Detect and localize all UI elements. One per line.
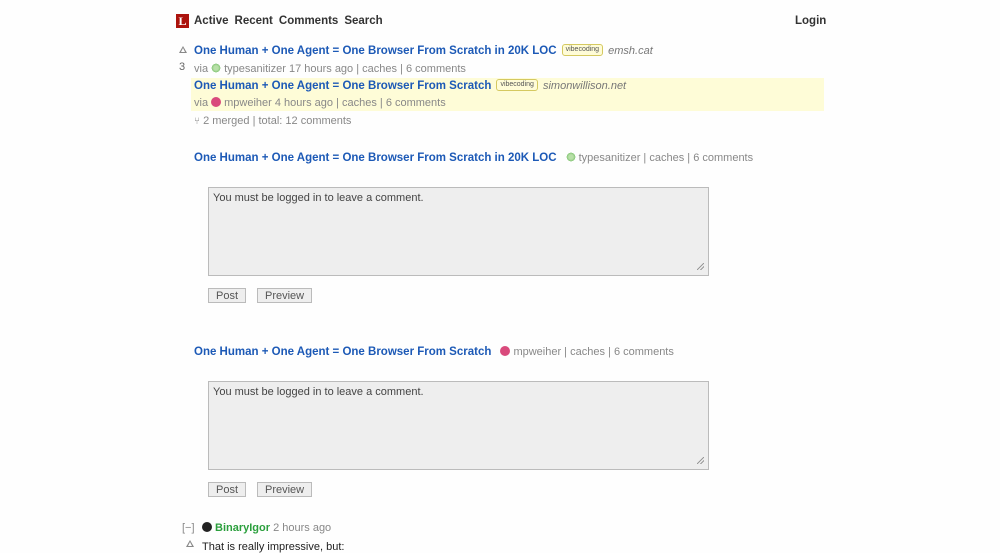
nav-comments[interactable]: Comments xyxy=(279,14,338,29)
collapse-toggle[interactable]: [−] xyxy=(182,522,195,534)
resize-handle-icon[interactable] xyxy=(697,263,704,270)
preview-button[interactable]: Preview xyxy=(257,482,313,497)
section-title-link[interactable]: One Human + One Agent = One Browser From… xyxy=(194,346,491,358)
merged-summary: ⑂ 2 merged | total: 12 comments xyxy=(194,115,351,127)
story-tag[interactable]: vibecoding xyxy=(561,44,604,57)
merge-icon: ⑂ xyxy=(194,116,200,127)
merged-user[interactable]: mpweiher xyxy=(224,97,272,109)
post-button[interactable]: Post xyxy=(208,482,247,497)
upvote-icon[interactable] xyxy=(186,540,194,547)
caches-link[interactable]: caches xyxy=(649,152,684,164)
upvote-icon[interactable] xyxy=(179,46,187,53)
comments-link[interactable]: 6 comments xyxy=(693,152,753,164)
user-avatar-icon xyxy=(211,63,222,73)
comments-link[interactable]: 6 comments xyxy=(386,97,446,109)
story-user[interactable]: typesanitizer xyxy=(224,63,286,75)
nav-recent[interactable]: Recent xyxy=(235,14,273,29)
story-score: 3 xyxy=(179,61,186,73)
comment-section-header: One Human + One Agent = One Browser From… xyxy=(194,346,674,358)
comment-text: That is really impressive, but: xyxy=(202,541,345,553)
user-avatar-icon xyxy=(202,522,212,532)
comments-link[interactable]: 6 comments xyxy=(614,346,674,358)
merged-summary-text: 2 merged | total: 12 comments xyxy=(203,115,352,127)
comment-textarea[interactable]: You must be logged in to leave a comment… xyxy=(208,187,709,276)
story-domain[interactable]: emsh.cat xyxy=(608,45,653,57)
comment-textarea[interactable]: You must be logged in to leave a comment… xyxy=(208,381,709,470)
main-nav: Active Recent Comments Search xyxy=(194,14,383,29)
merged-domain[interactable]: simonwillison.net xyxy=(543,80,626,92)
caches-link[interactable]: caches xyxy=(362,63,397,75)
section-user[interactable]: typesanitizer xyxy=(579,152,641,164)
user-avatar-icon xyxy=(500,346,511,356)
comment-header: BinaryIgor 2 hours ago xyxy=(202,522,331,534)
merged-title-link[interactable]: One Human + One Agent = One Browser From… xyxy=(194,80,491,92)
merged-age: 4 hours ago xyxy=(274,97,333,109)
story-meta: via typesanitizer 17 hours ago | caches … xyxy=(194,63,466,75)
section-user[interactable]: mpweiher xyxy=(513,346,561,358)
resize-handle-icon[interactable] xyxy=(697,457,704,464)
comments-link[interactable]: 6 comments xyxy=(406,63,466,75)
user-avatar-icon xyxy=(211,97,222,107)
story-title-link[interactable]: One Human + One Agent = One Browser From… xyxy=(194,45,557,57)
post-button[interactable]: Post xyxy=(208,288,247,303)
comment-section-header: One Human + One Agent = One Browser From… xyxy=(194,152,754,164)
caches-link[interactable]: caches xyxy=(342,97,377,109)
preview-button[interactable]: Preview xyxy=(257,288,313,303)
login-link[interactable]: Login xyxy=(795,14,826,29)
comment-age[interactable]: 2 hours ago xyxy=(273,522,331,534)
via-label: via xyxy=(194,97,209,109)
via-label: via xyxy=(194,63,209,75)
nav-active[interactable]: Active xyxy=(194,14,229,29)
merged-tag[interactable]: vibecoding xyxy=(496,79,538,92)
nav-search[interactable]: Search xyxy=(344,14,382,29)
site-logo[interactable]: L xyxy=(176,14,189,28)
caches-link[interactable]: caches xyxy=(570,346,605,358)
merged-meta: via mpweiher 4 hours ago | caches | 6 co… xyxy=(194,97,446,109)
section-title-link[interactable]: One Human + One Agent = One Browser From… xyxy=(194,152,557,164)
merged-title-row: One Human + One Agent = One Browser From… xyxy=(194,79,626,92)
comment-user[interactable]: BinaryIgor xyxy=(215,522,270,534)
user-avatar-icon xyxy=(565,152,576,162)
story-age: 17 hours ago xyxy=(288,63,354,75)
story-title-row: One Human + One Agent = One Browser From… xyxy=(194,44,653,57)
